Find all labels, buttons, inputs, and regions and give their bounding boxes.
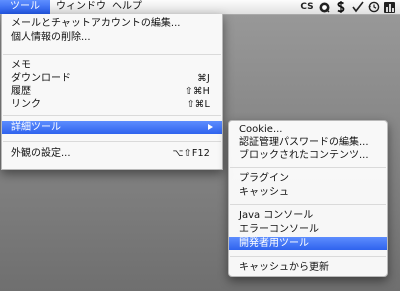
activity-monitor-icon[interactable] bbox=[384, 1, 395, 13]
menu-item-label: Cookie... bbox=[239, 124, 283, 135]
submenu-item-java-console[interactable]: Java コンソール bbox=[229, 210, 387, 222]
menubar-help[interactable]: ヘルプ bbox=[112, 0, 142, 14]
menu-item-label: 個人情報の削除... bbox=[11, 32, 91, 43]
time-machine-icon[interactable] bbox=[368, 1, 380, 13]
submenu-item-edit-passwords[interactable]: 認証管理パスワードの編集... bbox=[229, 137, 387, 149]
menu-separator bbox=[3, 115, 221, 116]
submenu-item-reload-from-cache[interactable]: キャッシュから更新 bbox=[229, 262, 387, 274]
menu-item-appearance-settings[interactable]: 外観の設定... ⌥⇧F12 bbox=[2, 148, 222, 160]
menu-item-delete-personal-data[interactable]: 個人情報の削除... bbox=[2, 32, 222, 44]
submenu-arrow-icon bbox=[208, 124, 213, 130]
shortcut-links: ⇧⌘L bbox=[186, 99, 210, 110]
menu-item-history[interactable]: 履歴 ⇧⌘H bbox=[2, 86, 222, 98]
menu-item-downloads[interactable]: ダウンロード ⌘J bbox=[2, 73, 222, 85]
menu-item-label: 外観の設定... bbox=[11, 148, 71, 159]
menu-separator bbox=[230, 256, 386, 257]
menu-item-label: メモ bbox=[11, 60, 31, 71]
menu-item-memo[interactable]: メモ bbox=[2, 60, 222, 72]
tools-menu: メールとチャットアカウントの編集... 個人情報の削除... メモ ダウンロード… bbox=[1, 14, 223, 170]
advanced-tools-submenu: Cookie... 認証管理パスワードの編集... ブロックされたコンテンツ..… bbox=[228, 120, 388, 277]
submenu-item-plugins[interactable]: プラグイン bbox=[229, 173, 387, 185]
submenu-item-cache[interactable]: キャッシュ bbox=[229, 187, 387, 199]
menu-separator bbox=[230, 204, 386, 205]
cs-status-icon[interactable]: CS bbox=[298, 1, 316, 13]
opera-icon[interactable] bbox=[318, 1, 330, 13]
submenu-item-error-console[interactable]: エラーコンソール bbox=[229, 224, 387, 236]
menu-separator bbox=[3, 141, 221, 142]
submenu-item-developer-tools[interactable]: 開発者用ツール bbox=[229, 237, 387, 250]
shortcut-history: ⇧⌘H bbox=[184, 86, 210, 97]
menu-item-advanced-tools[interactable]: 詳細ツール bbox=[2, 121, 222, 134]
dollar-icon[interactable] bbox=[335, 1, 347, 13]
shortcut-appearance: ⌥⇧F12 bbox=[172, 148, 210, 159]
shortcut-downloads: ⌘J bbox=[197, 73, 210, 84]
menu-item-edit-mail-chat-accounts[interactable]: メールとチャットアカウントの編集... bbox=[2, 18, 222, 30]
menu-item-label: 開発者用ツール bbox=[239, 238, 309, 249]
menu-item-label: エラーコンソール bbox=[239, 224, 319, 235]
menu-item-label: キャッシュから更新 bbox=[239, 262, 329, 273]
menubar: ツール ウィンドウ ヘルプ CS bbox=[0, 0, 400, 15]
menubar-tools[interactable]: ツール bbox=[0, 0, 50, 14]
menu-item-label: Java コンソール bbox=[239, 210, 314, 221]
submenu-item-blocked-content[interactable]: ブロックされたコンテンツ... bbox=[229, 150, 387, 162]
menu-item-links[interactable]: リンク ⇧⌘L bbox=[2, 99, 222, 111]
menu-separator bbox=[230, 167, 386, 168]
screen: ツール ウィンドウ ヘルプ CS メールとチャットアカウントの編集... 個人情… bbox=[0, 0, 400, 291]
menu-item-label: リンク bbox=[11, 99, 41, 110]
checkmark-feather-icon[interactable] bbox=[352, 1, 364, 13]
menu-item-label: メールとチャットアカウントの編集... bbox=[11, 18, 181, 29]
menu-item-label: キャッシュ bbox=[239, 187, 289, 198]
menu-item-label: 認証管理パスワードの編集... bbox=[239, 137, 369, 148]
submenu-item-cookie[interactable]: Cookie... bbox=[229, 124, 387, 136]
menu-item-label: 履歴 bbox=[11, 86, 31, 97]
menu-item-label: 詳細ツール bbox=[11, 122, 61, 133]
menubar-window[interactable]: ウィンドウ bbox=[56, 0, 106, 14]
menu-item-label: ダウンロード bbox=[11, 73, 71, 84]
menu-item-label: プラグイン bbox=[239, 173, 289, 184]
menu-item-label: ブロックされたコンテンツ... bbox=[239, 150, 369, 161]
menu-separator bbox=[3, 54, 221, 55]
